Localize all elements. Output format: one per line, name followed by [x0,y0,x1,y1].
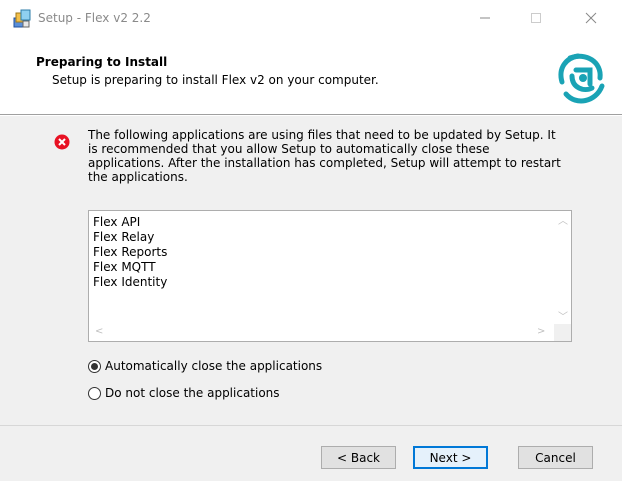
scroll-left-icon[interactable]: < [95,327,103,337]
no-close-option[interactable]: Do not close the applications [88,384,280,402]
window-title: Setup - Flex v2 2.2 [38,11,151,25]
list-item[interactable]: Flex MQTT [93,260,167,275]
setup-app-icon [13,9,31,28]
next-button[interactable]: Next > [413,446,488,469]
back-button[interactable]: < Back [321,446,396,469]
wizard-header: Preparing to Install Setup is preparing … [0,40,622,114]
auto-close-label[interactable]: Automatically close the applications [105,359,322,373]
page-title: Preparing to Install [36,55,168,69]
list-item[interactable]: Flex API [93,215,167,230]
applications-list: Flex API Flex Relay Flex Reports Flex MQ… [93,215,167,290]
no-close-radio[interactable] [88,386,101,400]
warning-message: The following applications are using fil… [88,128,561,184]
maximize-icon [531,13,541,23]
no-close-label[interactable]: Do not close the applications [105,386,280,400]
flex-logo-icon [558,53,605,104]
auto-close-radio[interactable] [88,359,101,373]
auto-close-option[interactable]: Automatically close the applications [88,357,322,375]
applications-listbox[interactable]: Flex API Flex Relay Flex Reports Flex MQ… [88,210,572,342]
cancel-button[interactable]: Cancel [518,446,593,469]
title-bar: Setup - Flex v2 2.2 [0,0,622,40]
minimize-button[interactable] [462,0,508,36]
minimize-icon [480,17,490,19]
wizard-content: The following applications are using fil… [0,116,622,425]
list-item[interactable]: Flex Identity [93,275,167,290]
error-icon [54,134,70,150]
horizontal-scrollbar[interactable]: < > [89,324,554,341]
page-subtitle: Setup is preparing to install Flex v2 on… [52,73,379,87]
scroll-up-icon[interactable]: ︿ [558,217,568,227]
close-button[interactable] [568,0,614,36]
vertical-scrollbar[interactable]: ︿ ﹀ [554,211,571,325]
maximize-button[interactable] [513,0,559,36]
scroll-right-icon[interactable]: > [537,327,545,337]
scroll-down-icon[interactable]: ﹀ [558,313,568,323]
setup-window: Setup - Flex v2 2.2 Preparing to Install… [0,0,622,481]
wizard-footer: < Back Next > Cancel [0,426,622,481]
list-item[interactable]: Flex Reports [93,245,167,260]
list-item[interactable]: Flex Relay [93,230,167,245]
close-icon [585,12,597,24]
